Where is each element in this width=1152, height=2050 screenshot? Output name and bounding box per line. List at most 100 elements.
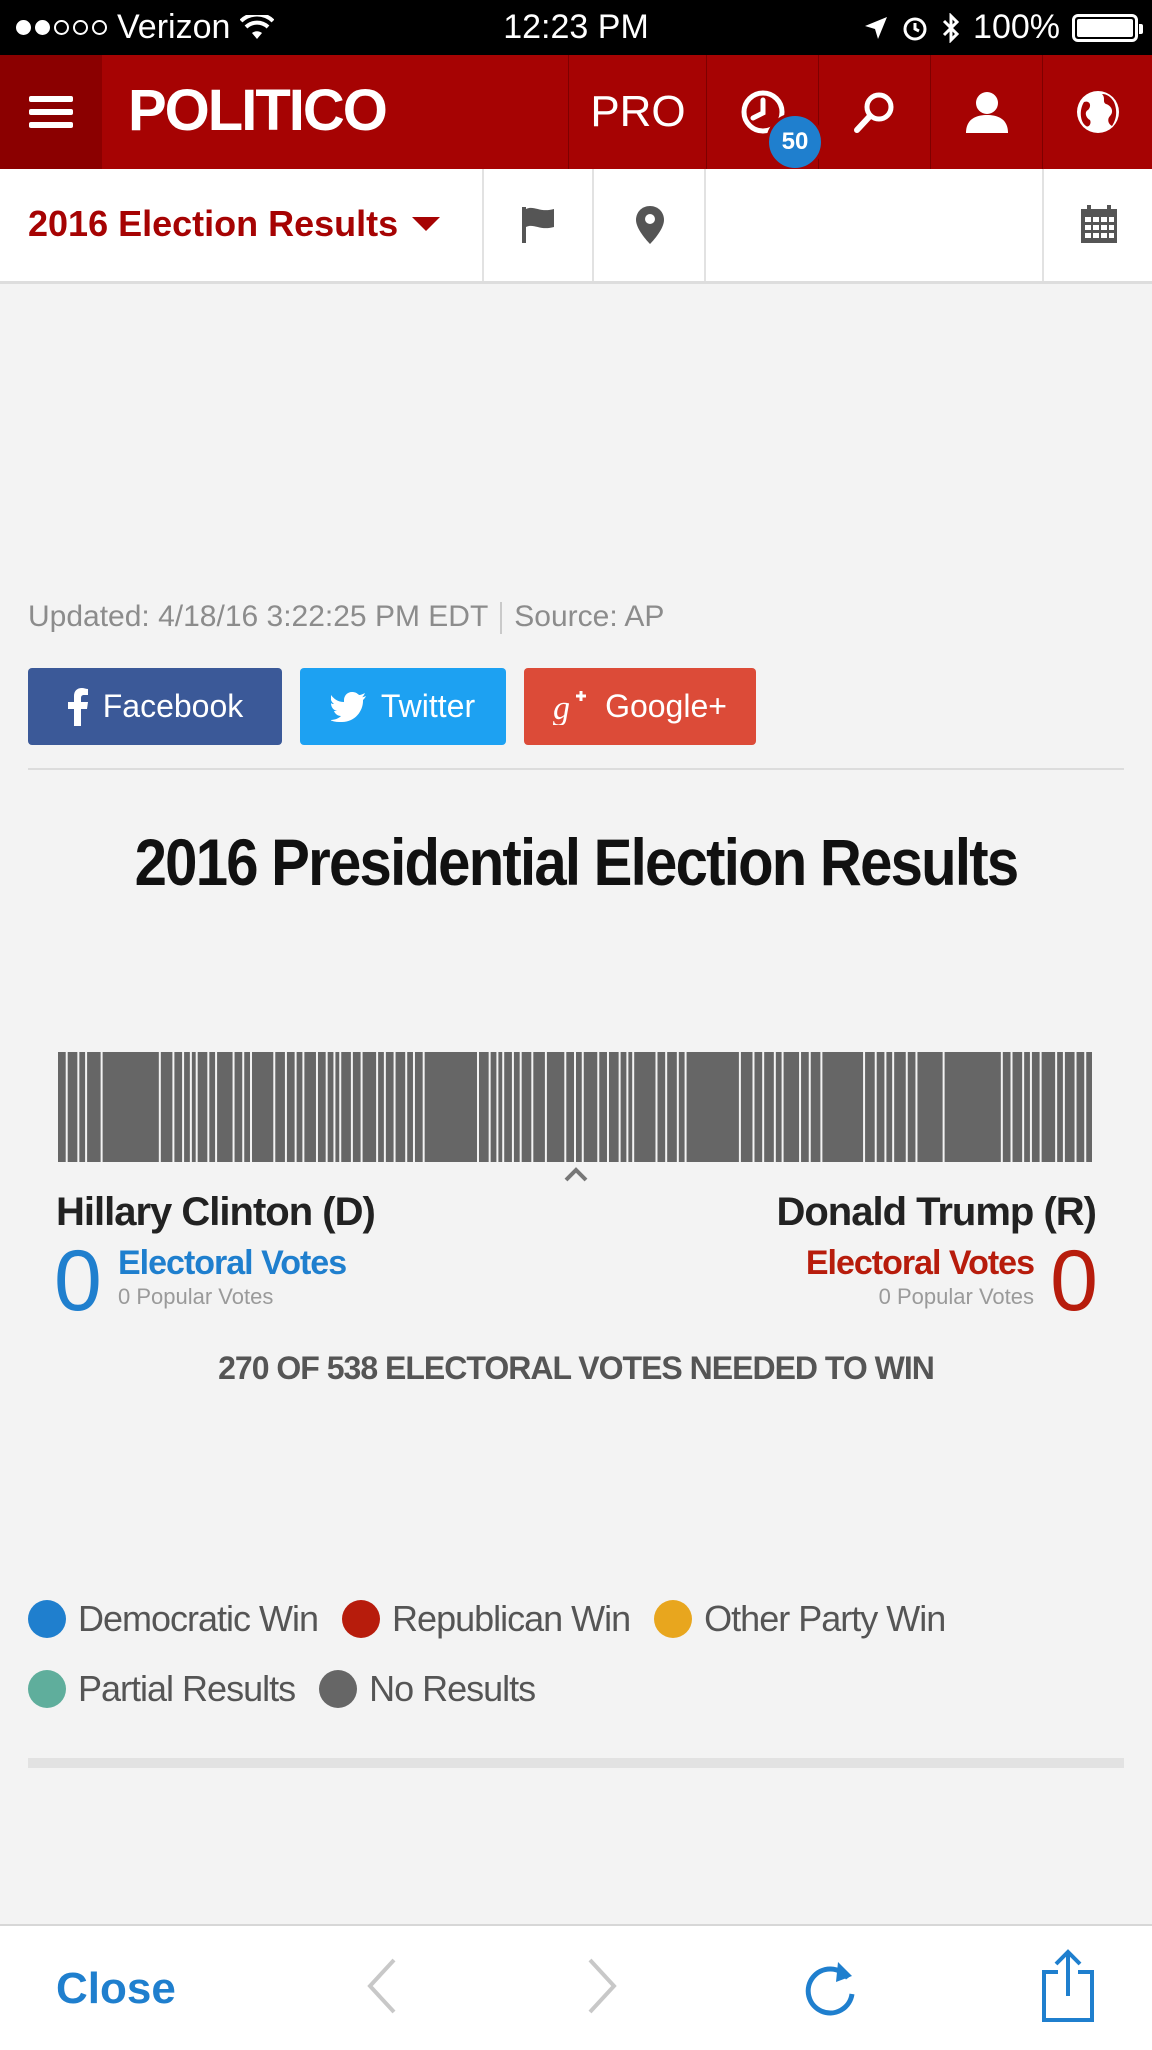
search-button[interactable] (818, 55, 931, 169)
state-segment[interactable] (87, 1052, 101, 1162)
state-segment[interactable] (335, 1052, 340, 1162)
state-segment[interactable] (546, 1052, 565, 1162)
state-segment[interactable] (754, 1052, 763, 1162)
state-segment[interactable] (521, 1052, 532, 1162)
state-segment[interactable] (252, 1052, 274, 1162)
location-button[interactable] (592, 169, 706, 281)
state-segment[interactable] (362, 1052, 377, 1162)
state-segment[interactable] (378, 1052, 384, 1162)
state-segment[interactable] (184, 1052, 190, 1162)
state-segment[interactable] (634, 1052, 656, 1162)
state-segment[interactable] (886, 1052, 893, 1162)
reload-icon[interactable] (800, 1956, 860, 2018)
state-segment[interactable] (783, 1052, 800, 1162)
state-segment[interactable] (657, 1052, 666, 1162)
section-dropdown[interactable]: 2016 Election Results (28, 203, 441, 245)
state-segment[interactable] (58, 1052, 66, 1162)
state-segment[interactable] (1012, 1052, 1023, 1162)
state-segment[interactable] (160, 1052, 173, 1162)
state-segment[interactable] (395, 1052, 406, 1162)
state-segment[interactable] (67, 1052, 78, 1162)
state-segment[interactable] (566, 1052, 574, 1162)
state-segment[interactable] (341, 1052, 351, 1162)
forward-arrow-icon[interactable] (584, 1956, 620, 2016)
state-segment[interactable] (876, 1052, 885, 1162)
state-segment[interactable] (286, 1052, 295, 1162)
facebook-share-button[interactable]: Facebook (28, 668, 282, 745)
state-segment[interactable] (197, 1052, 208, 1162)
menu-button[interactable] (0, 55, 102, 169)
state-segment[interactable] (599, 1052, 607, 1162)
state-segment[interactable] (513, 1052, 520, 1162)
state-segment[interactable] (1057, 1052, 1063, 1162)
state-segment[interactable] (504, 1052, 512, 1162)
state-segment[interactable] (352, 1052, 361, 1162)
state-segment[interactable] (234, 1052, 243, 1162)
state-segment[interactable] (79, 1052, 86, 1162)
legend-item-no-results: No Results (319, 1668, 536, 1710)
account-button[interactable] (930, 55, 1043, 169)
back-arrow-icon[interactable] (364, 1956, 400, 2016)
state-segment[interactable] (498, 1052, 503, 1162)
state-segment[interactable] (1076, 1052, 1085, 1162)
state-segment[interactable] (1002, 1052, 1011, 1162)
state-segment[interactable] (317, 1052, 326, 1162)
state-segment[interactable] (894, 1052, 906, 1162)
state-segment[interactable] (490, 1052, 497, 1162)
pro-button[interactable]: PRO (568, 55, 707, 169)
state-segment[interactable] (576, 1052, 582, 1162)
state-segment[interactable] (414, 1052, 423, 1162)
twitter-share-button[interactable]: Twitter (300, 668, 506, 745)
state-segment[interactable] (304, 1052, 316, 1162)
legend-item-partial-results: Partial Results (28, 1668, 296, 1710)
state-segment[interactable] (407, 1052, 413, 1162)
state-segment[interactable] (1086, 1052, 1092, 1162)
state-segment[interactable] (608, 1052, 619, 1162)
share-icon[interactable] (1040, 1948, 1096, 2024)
editions-button[interactable] (1042, 55, 1152, 169)
state-segment[interactable] (327, 1052, 334, 1162)
state-segment[interactable] (1064, 1052, 1075, 1162)
state-segment[interactable] (1031, 1052, 1040, 1162)
state-segment[interactable] (275, 1052, 285, 1162)
state-segment[interactable] (533, 1052, 545, 1162)
electoral-votes-label-republican: Electoral Votes (805, 1244, 1035, 1282)
divider (28, 768, 1124, 770)
state-segment[interactable] (740, 1052, 753, 1162)
electoral-votes-label-democrat: Electoral Votes (118, 1244, 347, 1282)
state-segment[interactable] (479, 1052, 489, 1162)
state-segment[interactable] (810, 1052, 821, 1162)
state-segment[interactable] (174, 1052, 183, 1162)
state-segment[interactable] (217, 1052, 233, 1162)
state-segment[interactable] (209, 1052, 216, 1162)
legend-row: Partial Results No Results (28, 1654, 1128, 1724)
state-segment[interactable] (385, 1052, 394, 1162)
state-segment[interactable] (917, 1052, 943, 1162)
state-segment[interactable] (102, 1052, 159, 1162)
flag-button[interactable] (482, 169, 594, 281)
state-segment[interactable] (865, 1052, 875, 1162)
calendar-icon (1081, 205, 1117, 243)
state-segment[interactable] (583, 1052, 598, 1162)
state-segment[interactable] (667, 1052, 677, 1162)
state-segment[interactable] (801, 1052, 809, 1162)
close-button[interactable]: Close (56, 1964, 176, 2014)
state-segment[interactable] (678, 1052, 685, 1162)
state-segment[interactable] (775, 1052, 782, 1162)
state-segment[interactable] (296, 1052, 303, 1162)
state-segment[interactable] (1041, 1052, 1056, 1162)
state-segment[interactable] (191, 1052, 196, 1162)
state-segment[interactable] (944, 1052, 1001, 1162)
calendar-button[interactable] (1042, 169, 1152, 281)
state-segment[interactable] (764, 1052, 774, 1162)
state-segment[interactable] (620, 1052, 627, 1162)
state-segment[interactable] (628, 1052, 633, 1162)
state-segment[interactable] (686, 1052, 739, 1162)
google-plus-share-button[interactable]: g Google+ (524, 668, 756, 745)
state-segment[interactable] (907, 1052, 916, 1162)
state-segment[interactable] (822, 1052, 864, 1162)
state-segment[interactable] (244, 1052, 251, 1162)
state-segment[interactable] (424, 1052, 477, 1162)
politico-logo[interactable]: POLITICO (128, 77, 388, 144)
state-segment[interactable] (1024, 1052, 1030, 1162)
